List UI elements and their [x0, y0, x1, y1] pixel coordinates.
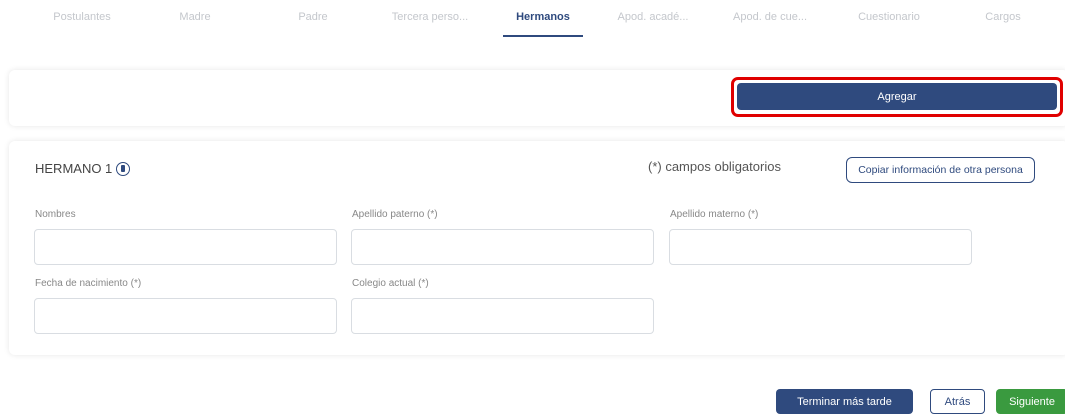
nombres-label: Nombres	[35, 209, 76, 220]
required-fields-note: (*) campos obligatorios	[648, 159, 781, 174]
sibling-title-text: HERMANO 1	[35, 161, 113, 176]
tab-cuestionario[interactable]: Cuestionario	[858, 11, 920, 23]
apellido-paterno-label: Apellido paterno (*)	[352, 209, 438, 220]
fecha-nacimiento-label: Fecha de nacimiento (*)	[35, 278, 142, 289]
tab-tercera-persona[interactable]: Tercera perso...	[392, 11, 468, 23]
tab-padre[interactable]: Padre	[298, 11, 327, 23]
apellido-paterno-input[interactable]	[351, 229, 654, 265]
tab-hermanos[interactable]: Hermanos	[516, 11, 570, 23]
sibling-section-title: HERMANO 1	[35, 161, 131, 176]
step-tabs: Postulantes Madre Padre Tercera perso...…	[0, 0, 1065, 40]
next-button[interactable]: Siguiente	[996, 389, 1065, 414]
colegio-actual-label: Colegio actual (*)	[352, 278, 429, 289]
tab-apoderado-academico[interactable]: Apod. acadé...	[618, 11, 689, 23]
copy-info-button[interactable]: Copiar información de otra persona	[846, 157, 1035, 183]
tab-postulantes[interactable]: Postulantes	[53, 11, 110, 23]
apellido-materno-input[interactable]	[669, 229, 972, 265]
highlight-box	[731, 77, 1063, 117]
tab-cargos[interactable]: Cargos	[985, 11, 1020, 23]
fecha-nacimiento-input[interactable]	[34, 298, 337, 334]
tab-apoderado-cuenta[interactable]: Apod. de cue...	[733, 11, 807, 23]
info-icon[interactable]	[116, 161, 131, 176]
tab-madre[interactable]: Madre	[179, 11, 210, 23]
finish-later-button[interactable]: Terminar más tarde	[776, 389, 913, 414]
nombres-input[interactable]	[34, 229, 337, 265]
apellido-materno-label: Apellido materno (*)	[670, 209, 759, 220]
active-tab-indicator	[503, 35, 583, 37]
colegio-actual-input[interactable]	[351, 298, 654, 334]
back-button[interactable]: Atrás	[930, 389, 985, 414]
